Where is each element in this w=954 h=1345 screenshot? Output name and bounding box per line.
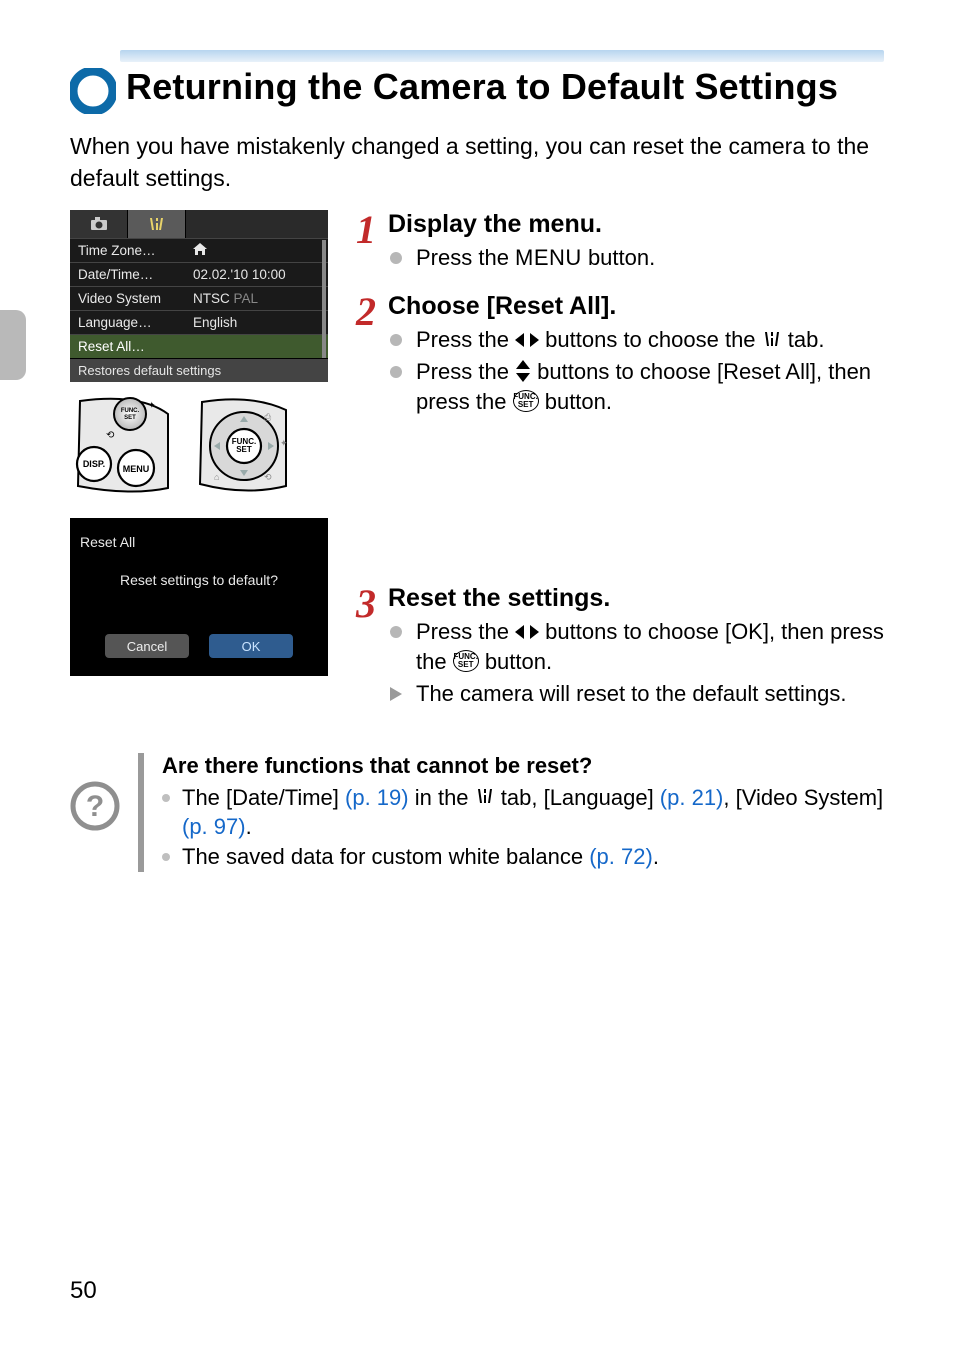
section-bullet-icon [70,68,116,114]
camera-menu-row-label: Video System [78,291,193,306]
step: 1Display the menu. Press the MENU button. [356,210,884,276]
svg-text:⎙: ⎙ [264,412,272,422]
step: 3Reset the settings. Press the buttons to… [356,584,884,710]
svg-text:FUNC.: FUNC. [121,408,140,414]
nav-left-right-icon [515,332,539,348]
camera-menu-row-value: NTSC PAL [193,291,320,306]
step-bullet: Press the MENU button. [388,243,884,274]
note-bullet: The saved data for custom white balance … [162,842,884,872]
home-icon [193,243,207,255]
svg-text:✦: ✦ [280,438,288,448]
camera-menu-row-value [193,243,320,258]
reset-dialog-title: Reset All [70,528,328,572]
camera-menu-row: Time Zone… [70,238,328,262]
camera-menu-scrollbar [322,240,326,358]
step-bullet: Press the buttons to choose [Reset All],… [388,357,884,416]
step-title: Reset the settings. [388,584,884,613]
note-bullet: The [Date/Time] (p. 19) in the tab, [Lan… [162,783,884,842]
step-number: 1 [356,210,388,276]
camera-menu-row: Reset All… [70,334,328,358]
camera-menu-row-label: Date/Time… [78,267,193,282]
menu-button-illustration: FUNC. SET ✦ DISP. MENU ⟲ [70,396,176,496]
step-title: Choose [Reset All]. [388,292,884,321]
tools-tab-icon [762,331,782,349]
step-title: Display the menu. [388,210,884,239]
camera-menu-footer: Restores default settings [70,358,328,382]
step-number: 3 [356,584,388,710]
reset-dialog-screenshot: Reset All Reset settings to default? Can… [70,518,328,676]
reset-dialog-ok-button: OK [209,634,293,658]
step-number: 2 [356,292,388,418]
page-ref-link[interactable]: (p. 19) [345,785,409,810]
svg-text:⌂: ⌂ [214,472,219,482]
step: 2Choose [Reset All]. Press the buttons to… [356,292,884,418]
step-bullet: Press the buttons to choose [OK], then p… [388,617,884,676]
note-title: Are there functions that cannot be reset… [162,753,884,779]
intro-text: When you have mistakenly changed a setti… [70,130,884,194]
page-ref-link[interactable]: (p. 72) [589,844,653,869]
camera-menu-row-label: Time Zone… [78,243,193,258]
page-ref-link[interactable]: (p. 21) [660,785,724,810]
svg-text:DISP.: DISP. [83,459,105,469]
svg-text:SET: SET [236,445,252,454]
question-icon: ? [70,781,120,831]
header-gradient-bar [120,50,884,62]
camera-controls-illustration: FUNC. SET ✦ DISP. MENU ⟲ FUNC. SET [70,396,328,496]
reset-dialog-question: Reset settings to default? [70,572,328,634]
tools-tab-icon [475,788,495,806]
camera-tab-setup [128,210,186,238]
funcset-button-illustration: FUNC. SET ⎙ ✦ ⟲ ⌂ [196,396,292,496]
camera-menu-row-label: Language… [78,315,193,330]
step-bullet: Press the buttons to choose the tab. [388,325,884,355]
page-title: Returning the Camera to Default Settings [126,66,838,107]
camera-menu-row: Date/Time…02.02.'10 10:00 [70,262,328,286]
camera-menu-screenshot: Time Zone…Date/Time…02.02.'10 10:00Video… [70,210,328,382]
svg-text:⟲: ⟲ [264,472,272,482]
camera-tab-shoot [70,210,128,238]
thumb-tab [0,310,26,380]
svg-text:MENU: MENU [123,464,150,474]
camera-menu-row-label: Reset All… [78,339,193,354]
camera-menu-row-value: English [193,315,320,330]
svg-text:⟲: ⟲ [106,430,115,441]
note-divider [138,753,144,872]
page-ref-link[interactable]: (p. 97) [182,814,246,839]
nav-left-right-icon [515,624,539,640]
reset-dialog-cancel-button: Cancel [105,634,189,658]
camera-menu-row-value: 02.02.'10 10:00 [193,267,320,282]
camera-menu-row: Video SystemNTSC PAL [70,286,328,310]
svg-text:SET: SET [124,415,136,421]
func-set-icon: FUNC.SET [453,650,479,672]
svg-text:?: ? [86,790,104,823]
camera-menu-row: Language…English [70,310,328,334]
step-bullet: The camera will reset to the default set… [388,679,884,709]
menu-word-icon: MENU [515,243,582,273]
nav-up-down-icon [515,360,531,382]
func-set-icon: FUNC.SET [513,390,539,412]
faq-note: ? Are there functions that cannot be res… [70,753,884,872]
page-number: 50 [70,1277,97,1305]
svg-text:✦: ✦ [148,400,156,410]
